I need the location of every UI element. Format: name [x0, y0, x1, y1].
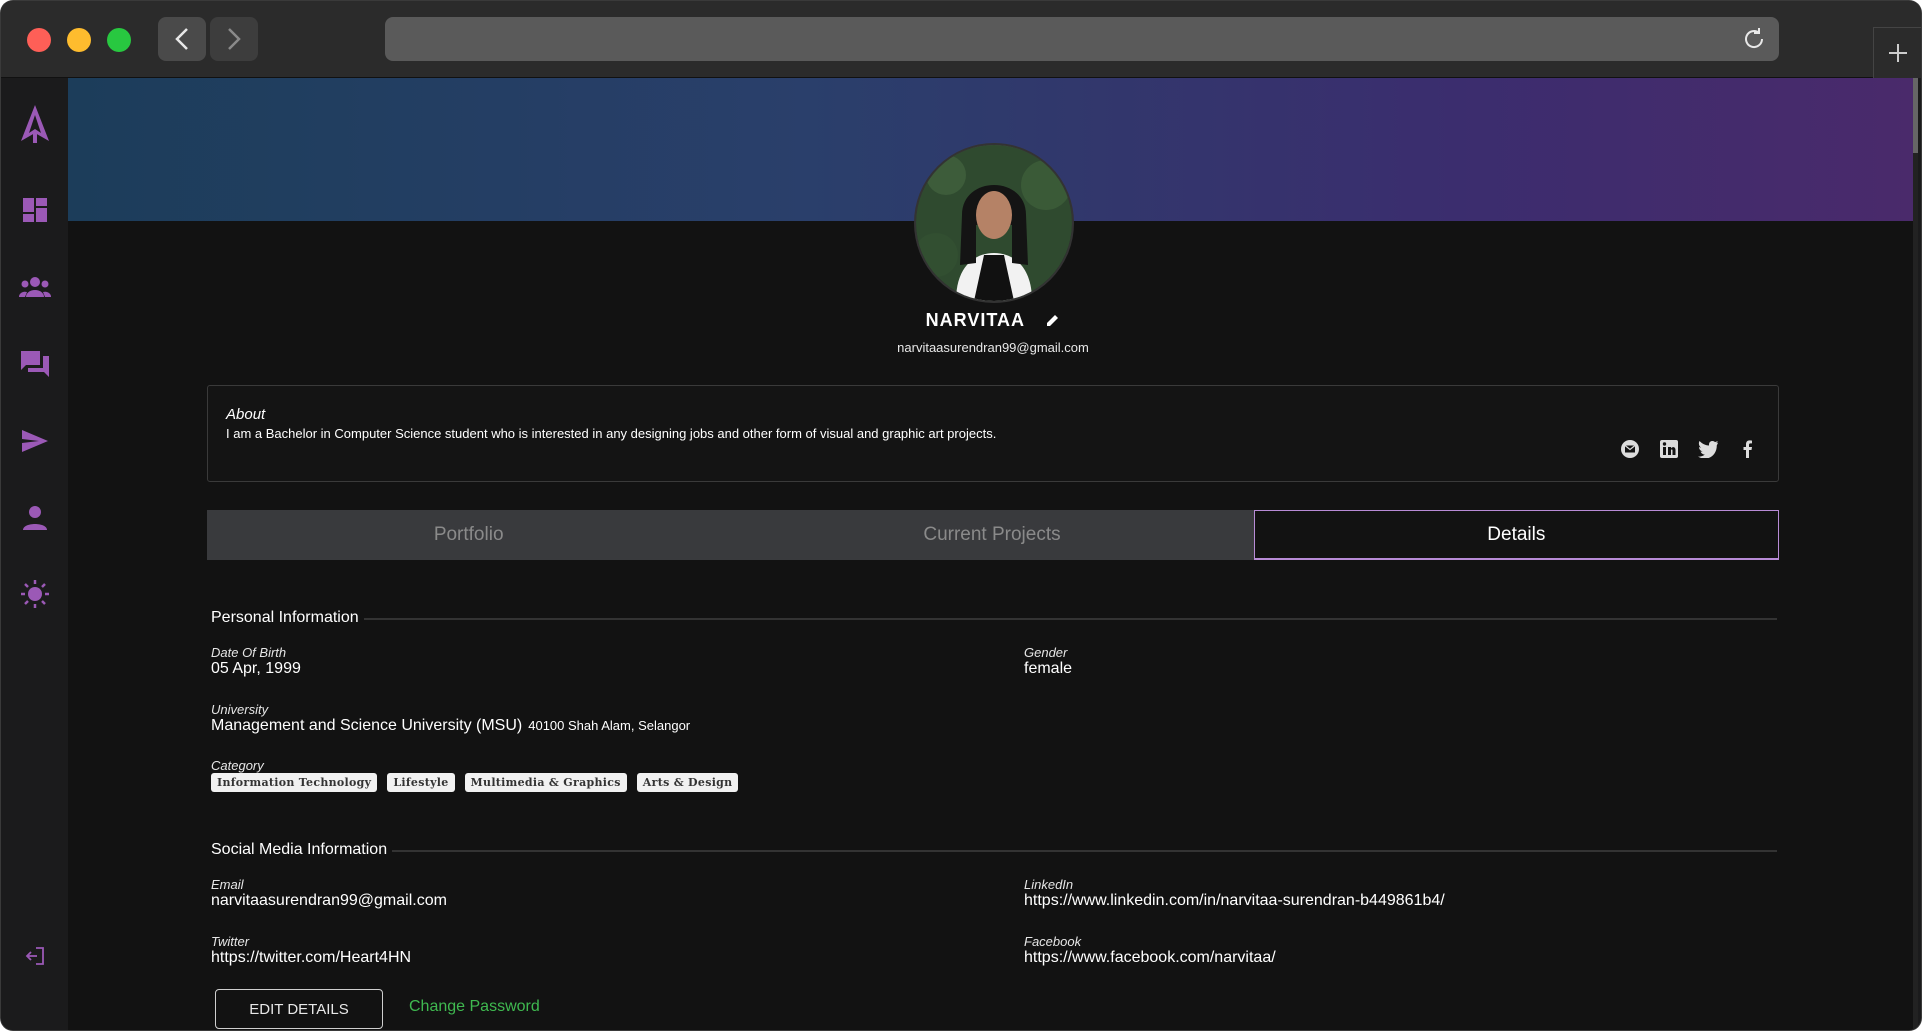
edit-name-pencil-icon[interactable]: [1046, 311, 1060, 332]
scrollbar[interactable]: [1913, 78, 1918, 1030]
twitter-value[interactable]: https://twitter.com/Heart4HN: [211, 949, 411, 967]
maximize-window-button[interactable]: [107, 28, 131, 52]
app-logo-icon[interactable]: [19, 105, 51, 143]
category-tag: Arts & Design: [636, 773, 739, 792]
social-info-title: Social Media Information: [211, 841, 388, 858]
minimize-window-button[interactable]: [67, 28, 91, 52]
main-content: NARVITAA narvitaasurendran99@gmail.com A…: [68, 78, 1918, 1030]
linkedin-label: LinkedIn: [1024, 877, 1074, 892]
about-text: I am a Bachelor in Computer Science stud…: [226, 426, 997, 441]
facebook-value[interactable]: https://www.facebook.com/narvitaa/: [1024, 949, 1276, 967]
chevron-left-icon: [175, 28, 188, 50]
edit-details-button[interactable]: EDIT DETAILS: [215, 989, 383, 1029]
university-row: Management and Science University (MSU) 4…: [211, 717, 690, 735]
profile-name-row: NARVITAA: [68, 310, 1918, 332]
forum-icon[interactable]: [19, 348, 51, 380]
tab-details[interactable]: Details: [1253, 510, 1779, 560]
university-location: 40100 Shah Alam, Selangor: [528, 718, 691, 733]
dob-value: 05 Apr, 1999: [211, 660, 301, 677]
twitter-icon[interactable]: [1697, 438, 1719, 460]
person-icon[interactable]: [19, 502, 51, 534]
send-icon[interactable]: [19, 425, 51, 457]
email-icon[interactable]: [1619, 438, 1641, 460]
profile-email: narvitaasurendran99@gmail.com: [897, 340, 1089, 355]
dashboard-icon[interactable]: [19, 194, 51, 226]
tab-portfolio[interactable]: Portfolio: [207, 510, 731, 560]
about-title: About: [226, 406, 266, 423]
category-tag: Lifestyle: [387, 773, 455, 792]
divider: [364, 618, 1777, 620]
email-label: Email: [211, 877, 244, 892]
logout-icon[interactable]: [19, 940, 51, 972]
new-tab-button[interactable]: [1873, 27, 1921, 78]
theme-toggle-sun-icon[interactable]: [19, 578, 51, 610]
sidebar: [1, 78, 68, 1030]
category-label: Category: [211, 758, 264, 773]
groups-icon[interactable]: [19, 271, 51, 303]
reload-icon[interactable]: [1741, 26, 1767, 57]
address-bar[interactable]: [385, 17, 1779, 61]
change-password-link[interactable]: Change Password: [409, 998, 540, 1016]
university-label: University: [211, 702, 269, 717]
forward-button[interactable]: [210, 17, 258, 61]
divider: [392, 850, 1777, 852]
gender-value: female: [1024, 660, 1073, 677]
tab-current-projects[interactable]: Current Projects: [730, 510, 1254, 560]
chevron-right-icon: [228, 28, 241, 50]
avatar: [914, 143, 1074, 303]
linkedin-value[interactable]: https://www.linkedin.com/in/narvitaa-sur…: [1024, 892, 1445, 910]
browser-window: NARVITAA narvitaasurendran99@gmail.com A…: [1, 1, 1921, 1030]
dob-label: Date Of Birth: [211, 645, 287, 660]
about-card: About I am a Bachelor in Computer Scienc…: [207, 385, 1779, 482]
close-window-button[interactable]: [27, 28, 51, 52]
twitter-label: Twitter: [211, 934, 250, 949]
gender-label: Gender: [1024, 645, 1068, 660]
social-icons: [1619, 438, 1758, 460]
university-value: Management and Science University (MSU): [211, 717, 523, 734]
category-tag: Multimedia & Graphics: [464, 773, 627, 792]
back-button[interactable]: [158, 17, 206, 61]
profile-tabs: Portfolio Current Projects Details: [207, 510, 1779, 560]
category-tags: Information Technology Lifestyle Multime…: [211, 773, 739, 792]
plus-icon: [1889, 44, 1907, 62]
title-bar: [1, 1, 1921, 78]
facebook-label: Facebook: [1024, 934, 1082, 949]
profile-name: NARVITAA: [925, 310, 1025, 330]
linkedin-icon[interactable]: [1658, 438, 1680, 460]
email-value: narvitaasurendran99@gmail.com: [211, 892, 447, 909]
category-tag: Information Technology: [211, 773, 378, 792]
personal-info-title: Personal Information: [211, 609, 359, 626]
facebook-icon[interactable]: [1736, 438, 1758, 460]
